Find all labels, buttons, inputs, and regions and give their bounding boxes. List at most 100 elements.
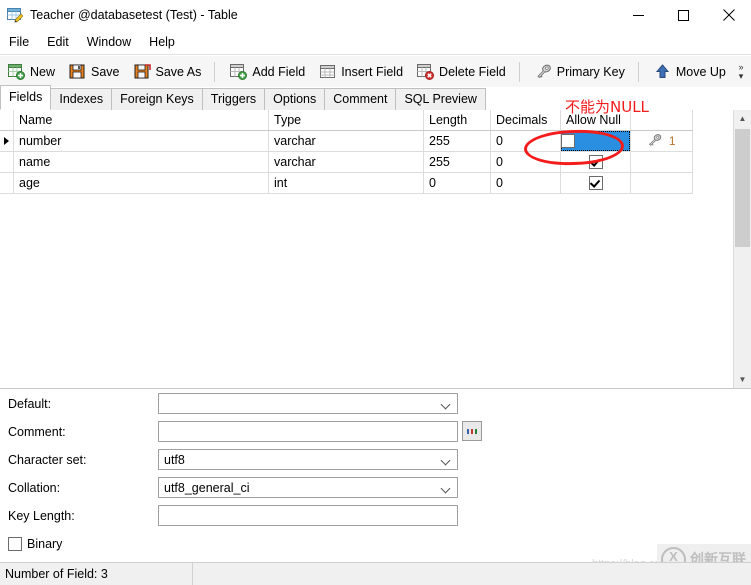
cell-primary-key[interactable] xyxy=(630,151,693,173)
character-set-row: Character set: xyxy=(8,449,158,471)
menu-item-window[interactable]: Window xyxy=(78,32,140,52)
table-designer-window: Teacher @databasetest (Test) - Table Fil… xyxy=(0,0,751,585)
new-button-label: New xyxy=(30,64,56,79)
delete-field-button[interactable]: Delete Field xyxy=(411,59,512,84)
delete-field-icon xyxy=(417,63,435,80)
comment-label: Comment: xyxy=(8,425,66,439)
cell-field-length[interactable]: 255 xyxy=(423,151,491,173)
binary-checkbox-row[interactable]: Binary xyxy=(8,537,62,551)
table-row[interactable]: age int 0 0 xyxy=(0,172,693,194)
cell-field-length[interactable]: 0 xyxy=(423,172,491,194)
row-indicator xyxy=(0,172,14,194)
comment-row: Comment: xyxy=(8,421,158,443)
character-set-combobox[interactable]: utf8 xyxy=(158,449,458,470)
move-up-button-label: Move Up xyxy=(675,64,726,79)
cell-field-length[interactable]: 255 xyxy=(423,130,491,152)
default-row: Default: xyxy=(8,393,158,415)
tab-sql-preview[interactable]: SQL Preview xyxy=(395,88,486,110)
column-header-decimals[interactable]: Decimals xyxy=(490,110,561,131)
tab-indexes[interactable]: Indexes xyxy=(50,88,113,110)
cell-field-name[interactable]: name xyxy=(13,151,269,173)
collation-row: Collation: xyxy=(8,477,158,499)
collation-label: Collation: xyxy=(8,481,61,495)
title-bar: Teacher @databasetest (Test) - Table xyxy=(0,0,751,30)
insert-field-button[interactable]: Insert Field xyxy=(313,59,409,84)
primary-key-order: 1 xyxy=(668,134,676,148)
ellipsis-icon xyxy=(467,428,477,434)
window-controls xyxy=(616,0,751,30)
default-combobox[interactable] xyxy=(158,393,458,414)
key-icon xyxy=(535,63,552,80)
save-as-button[interactable]: Save As xyxy=(128,59,208,84)
field-count-status: Number of Field: 3 xyxy=(5,567,108,581)
cell-field-type[interactable]: varchar xyxy=(268,151,424,173)
save-button[interactable]: Save xyxy=(63,59,126,84)
toolbar-separator-3 xyxy=(637,61,639,82)
grid-vertical-scrollbar[interactable]: ▲ ▼ xyxy=(733,110,751,388)
tab-comment[interactable]: Comment xyxy=(324,88,397,110)
comment-input[interactable] xyxy=(158,421,458,442)
scroll-up-icon[interactable]: ▲ xyxy=(734,110,751,127)
cell-field-type[interactable]: int xyxy=(268,172,424,194)
column-header-type[interactable]: Type xyxy=(268,110,424,131)
cell-field-name[interactable]: number xyxy=(13,130,269,152)
toolbar: New Save Save As Add Field Insert Field … xyxy=(0,55,751,88)
menu-item-help[interactable]: Help xyxy=(140,32,184,52)
new-button[interactable]: New xyxy=(2,59,61,84)
toolbar-overflow-button[interactable]: » ▾ xyxy=(733,56,749,87)
maximize-button[interactable] xyxy=(661,0,706,30)
default-label: Default: xyxy=(8,397,52,411)
save-as-button-label: Save As xyxy=(155,64,202,79)
status-bar: Number of Field: 3 xyxy=(0,562,751,585)
cell-field-name[interactable]: age xyxy=(13,172,269,194)
insert-field-icon xyxy=(319,63,336,80)
chevron-down-icon: ▾ xyxy=(738,70,744,81)
menu-item-edit[interactable]: Edit xyxy=(38,32,78,52)
status-divider xyxy=(192,563,193,585)
menu-bar: File Edit Window Help xyxy=(0,30,751,55)
column-header-length[interactable]: Length xyxy=(423,110,491,131)
scroll-down-icon[interactable]: ▼ xyxy=(734,371,751,388)
close-button[interactable] xyxy=(706,0,751,30)
annotation-text: 不能为NULL xyxy=(565,98,649,116)
tab-triggers[interactable]: Triggers xyxy=(201,88,266,110)
comment-browse-button[interactable] xyxy=(462,421,482,441)
cell-primary-key[interactable]: 1 xyxy=(630,130,693,152)
cell-field-decimals[interactable]: 0 xyxy=(490,172,561,194)
row-indicator-header xyxy=(0,110,14,131)
minimize-button[interactable] xyxy=(616,0,661,30)
save-as-icon xyxy=(134,63,151,80)
scrollbar-thumb[interactable] xyxy=(735,129,750,247)
arrow-up-icon xyxy=(654,63,671,80)
primary-key-button-label: Primary Key xyxy=(556,64,625,79)
allow-null-checkbox-checked[interactable] xyxy=(588,176,603,191)
column-header-name[interactable]: Name xyxy=(13,110,269,131)
binary-checkbox[interactable] xyxy=(8,537,22,551)
add-field-button-label: Add Field xyxy=(252,64,306,79)
collation-combobox[interactable]: utf8_general_ci xyxy=(158,477,458,498)
primary-key-button[interactable]: Primary Key xyxy=(529,59,631,84)
tab-foreign-keys[interactable]: Foreign Keys xyxy=(111,88,203,110)
row-indicator xyxy=(0,151,14,173)
add-field-button[interactable]: Add Field xyxy=(224,59,311,84)
save-button-label: Save xyxy=(91,64,120,79)
cell-field-type[interactable]: varchar xyxy=(268,130,424,152)
table-designer-icon xyxy=(7,7,24,23)
cell-allow-null-checkbox[interactable] xyxy=(560,172,631,194)
move-up-button[interactable]: Move Up xyxy=(648,59,732,84)
binary-label: Binary xyxy=(27,537,63,551)
row-indicator-current xyxy=(0,130,14,152)
tab-options[interactable]: Options xyxy=(264,88,326,110)
key-length-row: Key Length: xyxy=(8,505,158,527)
add-field-icon xyxy=(230,63,248,80)
tab-fields[interactable]: Fields xyxy=(0,85,52,110)
character-set-label: Character set: xyxy=(8,453,87,467)
delete-field-button-label: Delete Field xyxy=(439,64,506,79)
window-title: Teacher @databasetest (Test) - Table xyxy=(30,8,238,22)
save-icon xyxy=(69,63,86,80)
cell-primary-key[interactable] xyxy=(630,172,693,194)
key-length-input[interactable] xyxy=(158,505,458,526)
menu-item-file[interactable]: File xyxy=(0,32,38,52)
key-length-label: Key Length: xyxy=(8,509,75,523)
fields-grid[interactable]: Name Type Length Decimals Allow Null num… xyxy=(0,110,751,389)
